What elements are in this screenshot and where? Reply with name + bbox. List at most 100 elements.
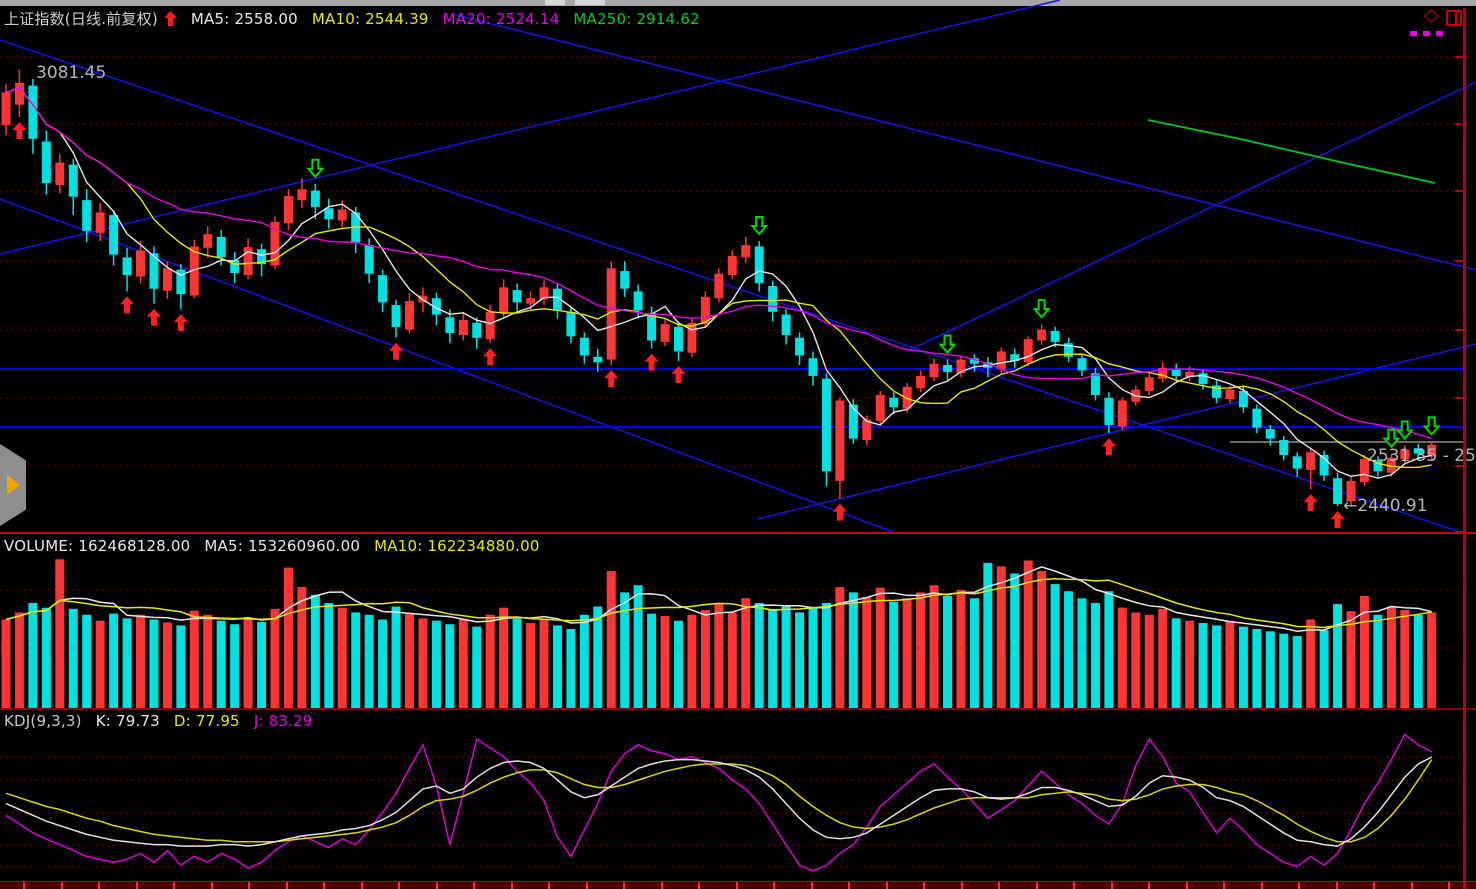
candle[interactable] — [311, 191, 320, 207]
candle[interactable] — [472, 323, 481, 338]
volume-bar — [123, 618, 132, 708]
candle[interactable] — [1037, 330, 1046, 341]
candle[interactable] — [392, 305, 401, 327]
candle[interactable] — [136, 251, 145, 277]
candle[interactable] — [324, 208, 333, 219]
trendline[interactable] — [905, 82, 1476, 352]
candle[interactable] — [15, 83, 24, 105]
candle[interactable] — [338, 210, 347, 221]
candle[interactable] — [1104, 398, 1113, 425]
candle[interactable] — [513, 290, 522, 302]
candle[interactable] — [943, 365, 952, 372]
time-axis-tick — [436, 882, 438, 889]
candle[interactable] — [903, 387, 912, 409]
time-axis-tick — [1336, 882, 1338, 889]
time-axis-tick — [1373, 882, 1375, 889]
time-axis-tick — [1448, 882, 1450, 889]
volume-bar — [1037, 571, 1046, 708]
candle[interactable] — [1024, 339, 1033, 362]
candle[interactable] — [365, 245, 374, 274]
time-axis-tick — [1036, 882, 1038, 889]
candle[interactable] — [405, 301, 414, 330]
candle[interactable] — [1078, 358, 1087, 370]
candle[interactable] — [42, 142, 51, 184]
candle[interactable] — [849, 405, 858, 439]
candle[interactable] — [526, 298, 535, 303]
candle[interactable] — [795, 338, 804, 356]
volume-bar — [365, 615, 374, 708]
candle[interactable] — [1172, 369, 1181, 376]
candle[interactable] — [661, 324, 670, 342]
candle[interactable] — [687, 323, 696, 353]
candle[interactable] — [620, 271, 629, 289]
candle[interactable] — [297, 189, 306, 200]
candle[interactable] — [499, 287, 508, 313]
candle[interactable] — [809, 358, 818, 376]
candle[interactable] — [1266, 429, 1275, 439]
candle[interactable] — [486, 312, 495, 339]
candle[interactable] — [782, 315, 791, 335]
candle[interactable] — [445, 317, 454, 333]
candle[interactable] — [96, 212, 105, 232]
candle[interactable] — [755, 246, 764, 283]
volume-bar — [553, 625, 562, 708]
candle[interactable] — [634, 291, 643, 310]
candle[interactable] — [1279, 440, 1288, 455]
time-axis-tick — [998, 882, 1000, 889]
candle[interactable] — [593, 357, 602, 362]
volume-bar — [15, 612, 24, 708]
candle[interactable] — [1091, 373, 1100, 395]
candle[interactable] — [378, 275, 387, 302]
candle[interactable] — [55, 163, 64, 185]
candle[interactable] — [459, 320, 468, 335]
candle[interactable] — [109, 215, 118, 255]
candle[interactable] — [674, 327, 683, 352]
time-axis-bar[interactable] — [0, 881, 1476, 889]
candle[interactable] — [1252, 409, 1261, 428]
split-window-icon[interactable] — [1446, 10, 1462, 26]
candle[interactable] — [230, 260, 239, 273]
diamond-tool-icon[interactable]: ◇ — [1424, 6, 1439, 25]
main-price-chart[interactable] — [0, 0, 1476, 533]
candle[interactable] — [930, 364, 939, 378]
candle[interactable] — [580, 338, 589, 356]
kdj-chart[interactable] — [0, 709, 1476, 881]
candle[interactable] — [822, 379, 831, 472]
candle[interactable] — [1145, 377, 1154, 391]
candle[interactable] — [28, 86, 37, 139]
candle[interactable] — [889, 398, 898, 408]
candle[interactable] — [82, 200, 91, 231]
candle[interactable] — [1293, 456, 1302, 468]
trendline[interactable] — [452, 14, 1476, 270]
candle[interactable] — [835, 400, 844, 480]
candle[interactable] — [1333, 478, 1342, 504]
volume-bar — [970, 598, 979, 708]
candle[interactable] — [714, 274, 723, 299]
candle[interactable] — [2, 92, 11, 125]
volume-bar — [1104, 591, 1113, 708]
candle[interactable] — [916, 376, 925, 388]
candle[interactable] — [876, 395, 885, 421]
candle[interactable] — [217, 237, 226, 257]
candle[interactable] — [203, 234, 212, 248]
candle[interactable] — [566, 312, 575, 337]
candle[interactable] — [728, 256, 737, 275]
candle[interactable] — [741, 245, 750, 257]
time-axis-tick — [1148, 882, 1150, 889]
candle[interactable] — [1306, 452, 1315, 470]
candle[interactable] — [1051, 331, 1060, 342]
kdj-j-value: J: 83.29 — [254, 712, 313, 730]
candle[interactable] — [1225, 390, 1234, 400]
candle[interactable] — [997, 351, 1006, 369]
volume-chart[interactable] — [0, 533, 1476, 709]
candle[interactable] — [1118, 400, 1127, 426]
sell-signal-marker — [1035, 300, 1049, 317]
candle[interactable] — [768, 286, 777, 312]
candle[interactable] — [284, 196, 293, 223]
trendline[interactable] — [0, 40, 1460, 532]
candle[interactable] — [163, 268, 172, 290]
candle[interactable] — [69, 165, 78, 197]
candle[interactable] — [647, 313, 656, 340]
candle[interactable] — [123, 257, 132, 275]
volume-bar — [1400, 610, 1409, 708]
